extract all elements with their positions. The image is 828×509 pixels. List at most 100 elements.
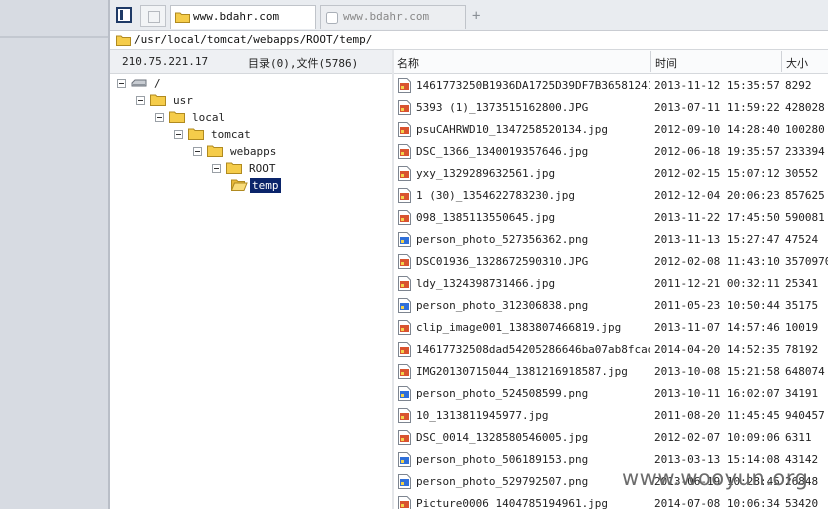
- file-row[interactable]: ldy_1324398731466.jpg 2011-12-21 00:32:11…: [394, 272, 828, 294]
- file-name: person_photo_506189153.png: [416, 453, 589, 466]
- collapse-toggle-icon[interactable]: [136, 96, 145, 105]
- collapse-toggle-icon[interactable]: [117, 79, 126, 88]
- file-size: 428028: [785, 101, 825, 114]
- tree-node[interactable]: local: [155, 110, 275, 125]
- folder-icon: [226, 162, 242, 174]
- file-time: 2012-02-07 10:09:06: [654, 431, 780, 444]
- tree-node-label: temp: [250, 178, 281, 193]
- file-row[interactable]: person_photo_312306838.png 2011-05-23 10:…: [394, 294, 828, 316]
- file-row[interactable]: 1461773250B1936DA1725D39DF7B36581241... 2…: [394, 74, 828, 96]
- file-size: 648074: [785, 365, 825, 378]
- address-path[interactable]: /usr/local/tomcat/webapps/ROOT/temp/: [134, 33, 372, 46]
- column-header-name[interactable]: 名称: [397, 55, 419, 71]
- file-time: 2011-08-20 11:45:45: [654, 409, 780, 422]
- tree-node[interactable]: usr: [136, 93, 256, 108]
- folder-icon: [175, 12, 190, 23]
- jpg-file-icon: [398, 100, 411, 115]
- file-name: 5393 (1)_1373515162800.JPG: [416, 101, 589, 114]
- file-time: 2012-02-15 15:07:12: [654, 167, 780, 180]
- file-size: 100280: [785, 123, 825, 136]
- tab-label: www.bdahr.com: [343, 10, 430, 23]
- file-name: clip_image001_1383807466819.jpg: [416, 321, 622, 334]
- file-name: person_photo_527356362.png: [416, 233, 589, 246]
- file-row[interactable]: Picture0006_1404785194961.jpg 2014-07-08 …: [394, 492, 828, 509]
- file-row[interactable]: 14617732508dad54205286646ba07ab8fcad... 2…: [394, 338, 828, 360]
- file-size: 35175: [785, 299, 819, 312]
- file-size: 34191: [785, 387, 819, 400]
- file-time: 2013-07-11 11:59:22: [654, 101, 780, 114]
- file-row[interactable]: 5393 (1)_1373515162800.JPG 2013-07-11 11:…: [394, 96, 828, 118]
- column-separator[interactable]: [650, 51, 651, 72]
- file-time: 2013-11-07 14:57:46: [654, 321, 780, 334]
- column-separator[interactable]: [781, 51, 782, 72]
- tree-node-label: local: [192, 111, 226, 124]
- file-name: Picture0006_1404785194961.jpg: [416, 497, 609, 509]
- tree-node-label: webapps: [230, 145, 277, 158]
- file-name: psuCAHRWD10_1347258520134.jpg: [416, 123, 609, 136]
- folder-open-icon: [231, 179, 248, 191]
- tree-node[interactable]: tomcat: [174, 127, 294, 142]
- collapse-toggle-icon[interactable]: [155, 113, 164, 122]
- file-name: 14617732508dad54205286646ba07ab8fcad...: [416, 343, 650, 356]
- jpg-file-icon: [398, 430, 411, 445]
- jpg-file-icon: [398, 496, 411, 509]
- png-file-icon: [398, 474, 411, 489]
- file-row[interactable]: clip_image001_1383807466819.jpg 2013-11-0…: [394, 316, 828, 338]
- sidebar-toggle-icon[interactable]: [116, 7, 132, 23]
- tab-active[interactable]: www.bdahr.com: [170, 5, 316, 29]
- jpg-file-icon: [398, 188, 411, 203]
- file-name: 1461773250B1936DA1725D39DF7B36581241...: [416, 79, 650, 92]
- collapse-toggle-icon[interactable]: [212, 164, 221, 173]
- collapse-toggle-icon[interactable]: [193, 147, 202, 156]
- tree-node[interactable]: temp: [231, 178, 351, 193]
- jpg-file-icon: [398, 364, 411, 379]
- file-time: 2013-11-13 15:27:47: [654, 233, 780, 246]
- file-size: 6311: [785, 431, 812, 444]
- tree-node[interactable]: ROOT: [212, 161, 332, 176]
- file-time: 2013-03-13 15:14:08: [654, 453, 780, 466]
- file-size: 30552: [785, 167, 819, 180]
- folder-icon: [116, 35, 131, 46]
- collapse-toggle-icon[interactable]: [174, 130, 183, 139]
- file-time: 2012-06-18 19:35:57: [654, 145, 780, 158]
- item-counts: 目录(0),文件(5786): [248, 57, 359, 70]
- drive-icon: [131, 79, 147, 87]
- folder-icon: [150, 94, 166, 106]
- new-tab-button[interactable]: +: [472, 8, 480, 24]
- gutter-stripe: [0, 36, 108, 38]
- png-file-icon: [398, 386, 411, 401]
- tree-node[interactable]: /: [117, 76, 237, 91]
- folder-icon: [207, 145, 223, 157]
- jpg-file-icon: [398, 408, 411, 423]
- file-row[interactable]: person_photo_524508599.png 2013-10-11 16:…: [394, 382, 828, 404]
- file-row[interactable]: DSC01936_1328672590310.JPG 2012-02-08 11:…: [394, 250, 828, 272]
- tree-node-label: tomcat: [211, 128, 251, 141]
- tree-node[interactable]: webapps: [193, 144, 313, 159]
- blank-tab-button[interactable]: [140, 5, 166, 27]
- tab-inactive[interactable]: www.bdahr.com: [320, 5, 466, 29]
- file-size: 47524: [785, 233, 819, 246]
- file-row[interactable]: 098_1385113550645.jpg 2013-11-22 17:45:50…: [394, 206, 828, 228]
- file-row[interactable]: 10_1313811945977.jpg 2011-08-20 11:45:45 9…: [394, 404, 828, 426]
- file-row[interactable]: psuCAHRWD10_1347258520134.jpg 2012-09-10 …: [394, 118, 828, 140]
- file-name: 10_1313811945977.jpg: [416, 409, 549, 422]
- file-size: 857625: [785, 189, 825, 202]
- file-name: person_photo_312306838.png: [416, 299, 589, 312]
- watermark: www.wooyun.org: [622, 466, 809, 490]
- file-row[interactable]: DSC_0014_1328580546005.jpg 2012-02-07 10:…: [394, 426, 828, 448]
- column-header-time[interactable]: 时间: [655, 55, 677, 71]
- tree-node-label: ROOT: [249, 162, 276, 175]
- file-name: DSC_0014_1328580546005.jpg: [416, 431, 589, 444]
- column-header-size[interactable]: 大小: [786, 55, 808, 71]
- file-row[interactable]: yxy_1329289632561.jpg 2012-02-15 15:07:12…: [394, 162, 828, 184]
- file-row[interactable]: DSC_1366_1340019357646.jpg 2012-06-18 19:…: [394, 140, 828, 162]
- file-row[interactable]: 1 (30)_1354622783230.jpg 2012-12-04 20:06…: [394, 184, 828, 206]
- jpg-file-icon: [398, 122, 411, 137]
- file-row[interactable]: IMG20130715044_1381216918587.jpg 2013-10-…: [394, 360, 828, 382]
- jpg-file-icon: [398, 320, 411, 335]
- file-row[interactable]: person_photo_527356362.png 2013-11-13 15:…: [394, 228, 828, 250]
- file-size: 10019: [785, 321, 819, 334]
- tab-label: www.bdahr.com: [193, 10, 280, 23]
- file-time: 2012-12-04 20:06:23: [654, 189, 780, 202]
- folder-icon: [188, 128, 204, 140]
